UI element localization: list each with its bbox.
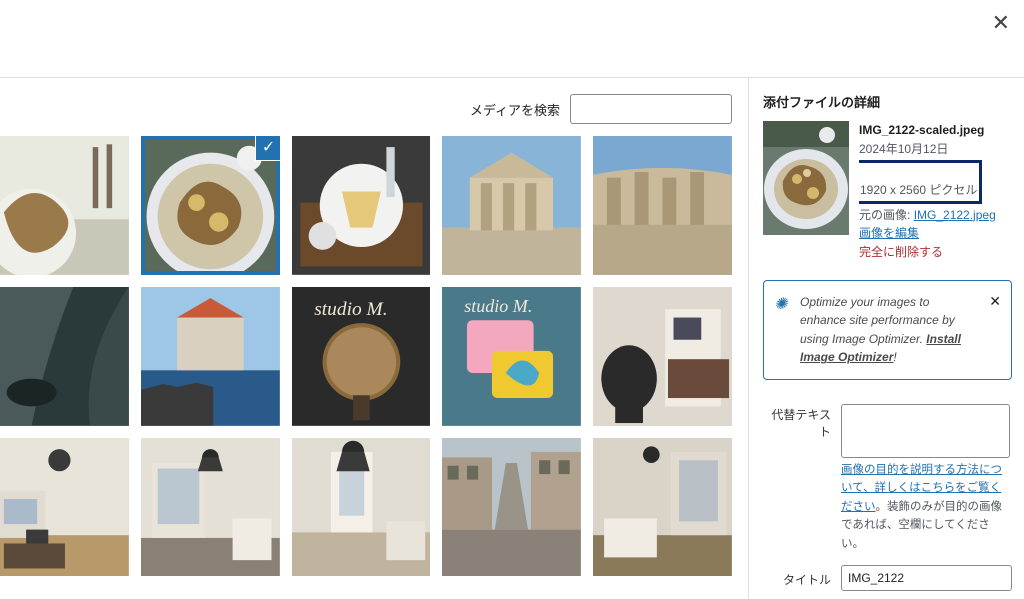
alt-text-field: 代替テキスト 画像の目的を説明する方法について、詳しくはこちらをご覧ください。装… [763, 404, 1012, 553]
detail-thumbnail [763, 121, 849, 235]
media-thumb-10[interactable] [0, 438, 129, 577]
media-thumb-1[interactable]: ✓ [141, 136, 280, 275]
dimensions: 1920 x 2560 ピクセル [860, 181, 977, 200]
media-thumb-12[interactable] [292, 438, 431, 577]
lightbulb-icon: ✺ [774, 293, 787, 318]
alt-text-help: 画像の目的を説明する方法について、詳しくはこちらをご覧ください。装飾のみが目的の… [841, 461, 1012, 553]
media-grid: ✓ studio M. studio M. [0, 136, 732, 576]
media-thumb-6[interactable] [141, 287, 280, 426]
media-thumb-0[interactable] [0, 136, 129, 275]
upload-date: 2024年10月12日 [859, 140, 1012, 159]
media-thumb-2[interactable] [292, 136, 431, 275]
media-thumb-8[interactable]: studio M. [442, 287, 581, 426]
media-thumb-5[interactable] [0, 287, 129, 426]
media-thumb-3[interactable] [442, 136, 581, 275]
title-field: タイトル [763, 565, 1012, 591]
delete-permanently-link[interactable]: 完全に削除する [859, 243, 1012, 262]
modal-header [0, 0, 1024, 78]
original-label: 元の画像: [859, 208, 910, 222]
details-heading: 添付ファイルの詳細 [763, 92, 1012, 111]
alt-text-label: 代替テキスト [763, 404, 831, 553]
modal-close-button[interactable]: ✕ [992, 10, 1010, 36]
edit-image-link[interactable]: 画像を編集 [859, 224, 1012, 243]
dimension-highlight: 981 KB 1920 x 2560 ピクセル [859, 160, 982, 204]
checkmark-icon[interactable]: ✓ [256, 136, 280, 160]
media-thumb-14[interactable] [593, 438, 732, 577]
title-label: タイトル [763, 565, 831, 591]
svg-text:studio M.: studio M. [314, 299, 387, 320]
media-thumb-11[interactable] [141, 438, 280, 577]
optimizer-bang: ! [893, 350, 896, 364]
image-optimizer-notice: ✺ ✕ Optimize your images to enhance site… [763, 280, 1012, 380]
search-row: メディアを検索 [0, 88, 732, 136]
svg-text:studio M.: studio M. [465, 296, 533, 316]
attachment-details-panel: 添付ファイルの詳細 IMG_2122-scaled.jpeg 2024年10月1… [748, 78, 1024, 599]
filename: IMG_2122-scaled.jpeg [859, 121, 1012, 140]
media-thumb-9[interactable] [593, 287, 732, 426]
search-label: メディアを検索 [470, 100, 560, 119]
alt-text-input[interactable] [841, 404, 1010, 458]
original-image-link[interactable]: IMG_2122.jpeg [914, 208, 996, 222]
detail-info: IMG_2122-scaled.jpeg 2024年10月12日 981 KB … [859, 121, 1012, 262]
title-input[interactable] [841, 565, 1012, 591]
search-input[interactable] [570, 94, 732, 124]
media-thumb-13[interactable] [442, 438, 581, 577]
original-image-row: 元の画像: IMG_2122.jpeg [859, 206, 1012, 225]
dismiss-notice-button[interactable]: ✕ [989, 291, 1001, 313]
media-library-panel: メディアを検索 ✓ studio M. studio M. [0, 78, 748, 599]
media-thumb-7[interactable]: studio M. [292, 287, 431, 426]
main: メディアを検索 ✓ studio M. studio M. 添付ファイルの詳細 [0, 78, 1024, 599]
detail-row: IMG_2122-scaled.jpeg 2024年10月12日 981 KB … [763, 121, 1012, 262]
media-thumb-4[interactable] [593, 136, 732, 275]
